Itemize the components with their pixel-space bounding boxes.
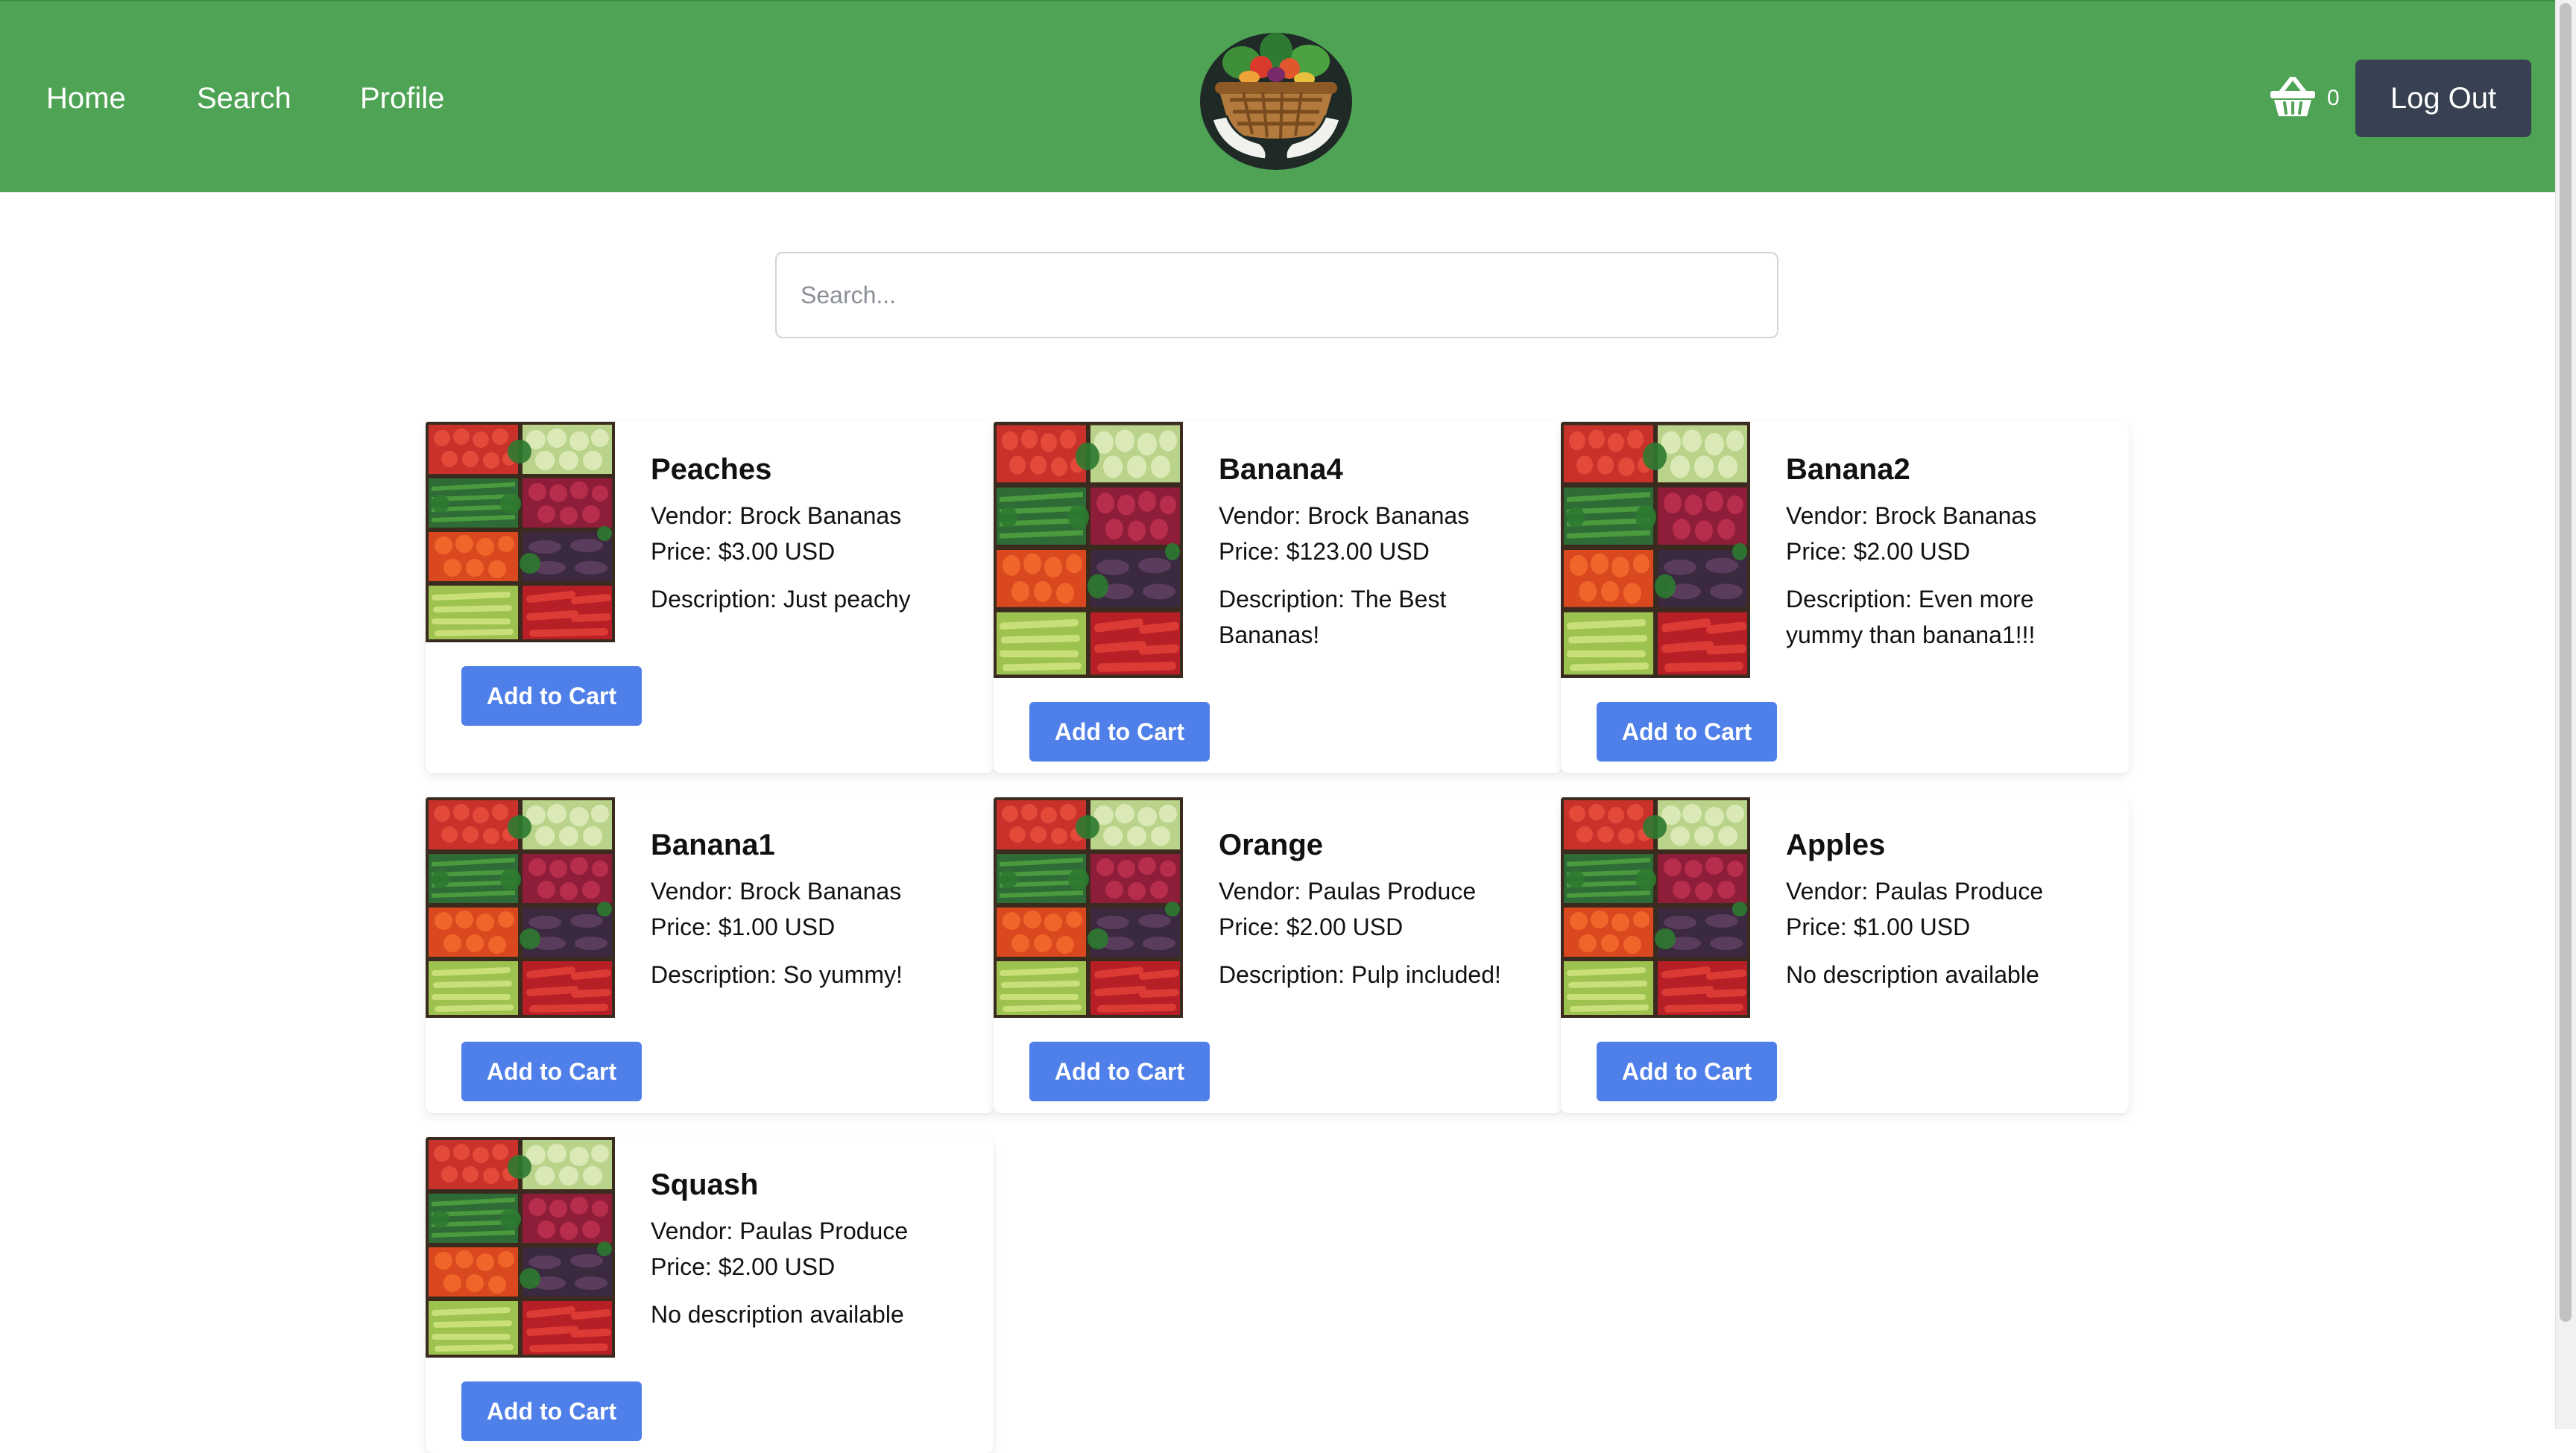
product-card: Apples Vendor: Paulas Produce Price: $1.… [1561,797,2129,1113]
product-info: Apples Vendor: Paulas Produce Price: $1.… [1786,827,2114,993]
produce-crates-image [1561,797,1750,1018]
product-description: No description available [651,1301,904,1328]
basket-of-vegetables-logo[interactable] [1197,24,1355,173]
product-description: Description: Just peachy [651,586,911,612]
product-info: Banana4 Vendor: Brock Bananas Price: $12… [1219,452,1547,653]
nav-search-link[interactable]: Search [197,80,291,116]
product-name: Apples [1786,829,1886,861]
basket-icon[interactable] [2269,76,2317,118]
product-vendor: Vendor: Paulas Produce [1219,878,1477,905]
page-scrollbar-thumb[interactable] [2560,3,2572,1322]
product-name: Banana1 [651,829,775,861]
product-price: Price: $3.00 USD [651,538,836,565]
product-card: Peaches Vendor: Brock Bananas Price: $3.… [426,422,994,773]
product-info: Banana2 Vendor: Brock Bananas Price: $2.… [1786,452,2114,653]
produce-crates-image [426,422,615,642]
add-to-cart-button[interactable]: Add to Cart [1029,702,1210,762]
produce-crates-image [994,797,1183,1018]
search-input[interactable] [775,252,1778,338]
cart-count: 0 [2327,86,2340,110]
nav-profile-link[interactable]: Profile [360,80,444,116]
product-vendor: Vendor: Brock Bananas [1786,502,2037,529]
product-price: Price: $123.00 USD [1219,538,1430,565]
product-card: Banana1 Vendor: Brock Bananas Price: $1.… [426,797,994,1113]
produce-crates-image [426,797,615,1018]
add-to-cart-button[interactable]: Add to Cart [461,1042,642,1101]
product-name: Peaches [651,453,772,486]
add-to-cart-button[interactable]: Add to Cart [461,666,642,726]
product-description: Description: Even more yummy than banana… [1786,586,2036,648]
product-vendor: Vendor: Brock Bananas [651,502,902,529]
add-to-cart-button[interactable]: Add to Cart [461,1381,642,1441]
logout-button[interactable]: Log Out [2355,60,2531,137]
product-card: Banana4 Vendor: Brock Bananas Price: $12… [994,422,1562,773]
product-vendor: Vendor: Paulas Produce [651,1218,909,1244]
product-description: Description: Pulp included! [1219,961,1501,988]
product-price: Price: $2.00 USD [1786,538,1971,565]
product-info: Orange Vendor: Paulas Produce Price: $2.… [1219,827,1547,993]
product-vendor: Vendor: Brock Bananas [651,878,902,905]
add-to-cart-button[interactable]: Add to Cart [1597,702,1777,762]
product-card: Squash Vendor: Paulas Produce Price: $2.… [426,1137,994,1453]
navbar: Home Search Profile 0 Log Out [0,0,2555,192]
product-description: Description: The Best Bananas! [1219,586,1447,648]
add-to-cart-button[interactable]: Add to Cart [1029,1042,1210,1101]
product-name: Squash [651,1168,759,1201]
product-name: Banana4 [1219,453,1343,486]
produce-crates-image [994,422,1183,678]
product-price: Price: $2.00 USD [1219,914,1404,940]
product-name: Banana2 [1786,453,1910,486]
product-name: Orange [1219,829,1324,861]
product-vendor: Vendor: Brock Bananas [1219,502,1470,529]
product-price: Price: $1.00 USD [651,914,836,940]
product-card: Banana2 Vendor: Brock Bananas Price: $2.… [1561,422,2129,773]
produce-crates-image [426,1137,615,1358]
product-vendor: Vendor: Paulas Produce [1786,878,2044,905]
nav-home-link[interactable]: Home [46,80,126,116]
product-description: No description available [1786,961,2039,988]
product-info: Banana1 Vendor: Brock Bananas Price: $1.… [651,827,979,993]
product-price: Price: $1.00 USD [1786,914,1971,940]
product-card: Orange Vendor: Paulas Produce Price: $2.… [994,797,1562,1113]
product-info: Peaches Vendor: Brock Bananas Price: $3.… [651,452,979,617]
product-description: Description: So yummy! [651,961,903,988]
add-to-cart-button[interactable]: Add to Cart [1597,1042,1777,1101]
product-price: Price: $2.00 USD [651,1253,836,1280]
product-info: Squash Vendor: Paulas Produce Price: $2.… [651,1167,979,1332]
produce-crates-image [1561,422,1750,678]
